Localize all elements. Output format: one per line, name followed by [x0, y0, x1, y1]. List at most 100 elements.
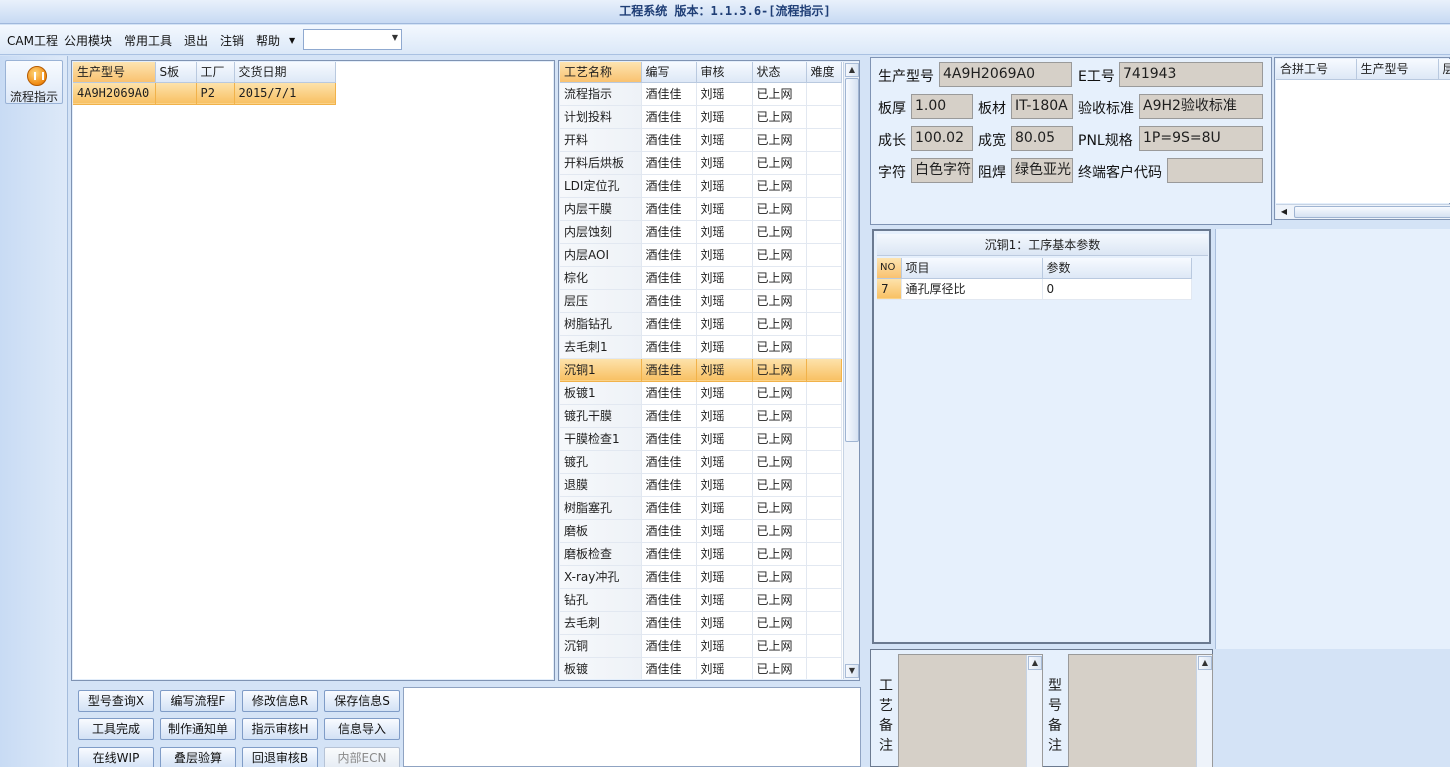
table-row[interactable]: 干膜检查1 酒佳佳 刘瑶 已上网: [560, 427, 842, 451]
scroll-up-icon[interactable]: ▲: [1198, 656, 1212, 670]
table-row[interactable]: 磨板检查 酒佳佳 刘瑶 已上网: [560, 542, 842, 566]
params-col-item[interactable]: 项目: [901, 258, 1043, 279]
params-col-value[interactable]: 参数: [1042, 258, 1192, 279]
process-remark-textarea[interactable]: ▲: [898, 654, 1043, 767]
stack-check-button[interactable]: 叠层验算: [160, 747, 236, 767]
table-row[interactable]: 4A9H2069A0 P2 2015/7/1: [73, 82, 336, 105]
table-cell: 刘瑶: [696, 473, 753, 497]
process-col-status[interactable]: 状态: [752, 62, 807, 83]
table-row[interactable]: 沉铜1 酒佳佳 刘瑶 已上网: [560, 358, 842, 382]
params-row[interactable]: 7 通孔厚径比 0: [877, 278, 1192, 300]
merge-col-part-no[interactable]: 生产型号: [1356, 59, 1439, 80]
table-row[interactable]: 内层蚀刻 酒佳佳 刘瑶 已上网: [560, 220, 842, 244]
scroll-up-icon[interactable]: ▲: [845, 63, 859, 77]
save-info-button[interactable]: 保存信息S: [324, 690, 400, 712]
online-wip-button[interactable]: 在线WIP: [78, 747, 154, 767]
internal-ecn-button[interactable]: 内部ECN: [324, 747, 400, 767]
thickness-field[interactable]: 1.00: [911, 94, 973, 119]
menu-public-modules[interactable]: 公用模块: [64, 32, 112, 49]
table-cell: 已上网: [752, 82, 807, 106]
width-field[interactable]: 80.05: [1011, 126, 1073, 151]
table-row[interactable]: 退膜 酒佳佳 刘瑶 已上网: [560, 473, 842, 497]
process-col-name[interactable]: 工艺名称: [560, 62, 642, 83]
scroll-left-icon[interactable]: ◀: [1277, 205, 1291, 219]
table-row[interactable]: 层压 酒佳佳 刘瑶 已上网: [560, 289, 842, 313]
scroll-thumb[interactable]: [845, 78, 859, 442]
chevron-down-icon[interactable]: ▼: [392, 33, 398, 42]
table-cell: P2: [196, 82, 235, 105]
model-remark-textarea[interactable]: ▲: [1068, 654, 1213, 767]
table-row[interactable]: 内层干膜 酒佳佳 刘瑶 已上网: [560, 197, 842, 221]
menu-combo-box[interactable]: ▼: [303, 29, 402, 50]
menu-cam[interactable]: CAM工程: [7, 32, 58, 49]
menu-tools[interactable]: 常用工具: [124, 32, 172, 49]
review-instruction-button[interactable]: 指示审核H: [242, 718, 318, 740]
process-col-difficulty[interactable]: 难度: [806, 62, 842, 83]
material-field[interactable]: IT-180A: [1011, 94, 1073, 119]
solder-mask-field[interactable]: 绿色亚光: [1011, 158, 1073, 183]
length-field[interactable]: 100.02: [911, 126, 973, 151]
rollback-review-button[interactable]: 回退审核B: [242, 747, 318, 767]
hscroll-thumb[interactable]: [1294, 206, 1450, 218]
table-row[interactable]: X-ray冲孔 酒佳佳 刘瑶 已上网: [560, 565, 842, 589]
params-col-no[interactable]: NO: [877, 258, 902, 279]
table-row[interactable]: 树脂钻孔 酒佳佳 刘瑶 已上网: [560, 312, 842, 336]
table-cell: 刘瑶: [696, 496, 753, 520]
modify-info-button[interactable]: 修改信息R: [242, 690, 318, 712]
merge-col-layer[interactable]: 层: [1438, 59, 1450, 80]
order-col-s-board[interactable]: S板: [155, 62, 197, 83]
help-dropdown-arrow-icon[interactable]: ▼: [289, 36, 295, 45]
table-row[interactable]: 流程指示 酒佳佳 刘瑶 已上网: [560, 82, 842, 106]
solder-mask-label: 阻焊: [978, 165, 1006, 181]
make-notice-button[interactable]: 制作通知单: [160, 718, 236, 740]
table-row[interactable]: 内层AOI 酒佳佳 刘瑶 已上网: [560, 243, 842, 267]
table-row[interactable]: 板镀1 酒佳佳 刘瑶 已上网: [560, 381, 842, 405]
table-cell: [806, 611, 842, 635]
table-row[interactable]: 板镀 酒佳佳 刘瑶 已上网: [560, 657, 842, 679]
table-row[interactable]: 树脂塞孔 酒佳佳 刘瑶 已上网: [560, 496, 842, 520]
table-row[interactable]: 开料后烘板 酒佳佳 刘瑶 已上网: [560, 151, 842, 175]
table-cell: [806, 496, 842, 520]
merge-col-job-no[interactable]: 合拼工号: [1276, 59, 1357, 80]
params-row-no: 7: [877, 278, 902, 300]
order-col-part-no[interactable]: 生产型号: [73, 62, 156, 83]
nav-flow-instruction-button[interactable]: 流程指示: [5, 60, 63, 104]
table-row[interactable]: 计划投料 酒佳佳 刘瑶 已上网: [560, 105, 842, 129]
end-customer-field[interactable]: [1167, 158, 1263, 183]
tool-complete-button[interactable]: 工具完成: [78, 718, 154, 740]
process-col-writer[interactable]: 编写: [641, 62, 697, 83]
model-remark-scrollbar[interactable]: ▲: [1196, 655, 1212, 767]
e-no-field[interactable]: 741943: [1119, 62, 1263, 87]
process-remark-scrollbar[interactable]: ▲: [1026, 655, 1042, 767]
table-row[interactable]: 棕化 酒佳佳 刘瑶 已上网: [560, 266, 842, 290]
merge-grid-hscroll[interactable]: ◀: [1276, 204, 1450, 219]
order-col-factory[interactable]: 工厂: [196, 62, 235, 83]
order-col-delivery-date[interactable]: 交货日期: [234, 62, 336, 83]
table-row[interactable]: 沉铜 酒佳佳 刘瑶 已上网: [560, 634, 842, 658]
scroll-down-icon[interactable]: ▼: [845, 664, 859, 678]
table-row[interactable]: 镀孔 酒佳佳 刘瑶 已上网: [560, 450, 842, 474]
table-row[interactable]: 开料 酒佳佳 刘瑶 已上网: [560, 128, 842, 152]
table-row[interactable]: LDI定位孔 酒佳佳 刘瑶 已上网: [560, 174, 842, 198]
table-row[interactable]: 钻孔 酒佳佳 刘瑶 已上网: [560, 588, 842, 612]
table-row[interactable]: 磨板 酒佳佳 刘瑶 已上网: [560, 519, 842, 543]
process-grid-scrollbar[interactable]: ▲ ▼: [843, 62, 859, 679]
scroll-up-icon[interactable]: ▲: [1028, 656, 1042, 670]
process-col-reviewer[interactable]: 审核: [696, 62, 753, 83]
import-info-button[interactable]: 信息导入: [324, 718, 400, 740]
accept-standard-field[interactable]: A9H2验收标准: [1139, 94, 1263, 119]
write-flow-button[interactable]: 编写流程F: [160, 690, 236, 712]
part-no-field[interactable]: 4A9H2069A0: [939, 62, 1072, 87]
menu-help[interactable]: 帮助: [256, 32, 280, 49]
table-row[interactable]: 镀孔干膜 酒佳佳 刘瑶 已上网: [560, 404, 842, 428]
left-nav-bar: 流程指示: [0, 56, 68, 767]
table-row[interactable]: 去毛刺1 酒佳佳 刘瑶 已上网: [560, 335, 842, 359]
table-row[interactable]: 去毛刺 酒佳佳 刘瑶 已上网: [560, 611, 842, 635]
table-cell: 酒佳佳: [641, 611, 697, 635]
table-cell: 酒佳佳: [641, 174, 697, 198]
query-model-button[interactable]: 型号查询X: [78, 690, 154, 712]
menu-exit[interactable]: 退出: [184, 32, 208, 49]
pnl-spec-field[interactable]: 1P=9S=8U: [1139, 126, 1263, 151]
character-field[interactable]: 白色字符: [911, 158, 973, 183]
menu-logout[interactable]: 注销: [220, 32, 244, 49]
